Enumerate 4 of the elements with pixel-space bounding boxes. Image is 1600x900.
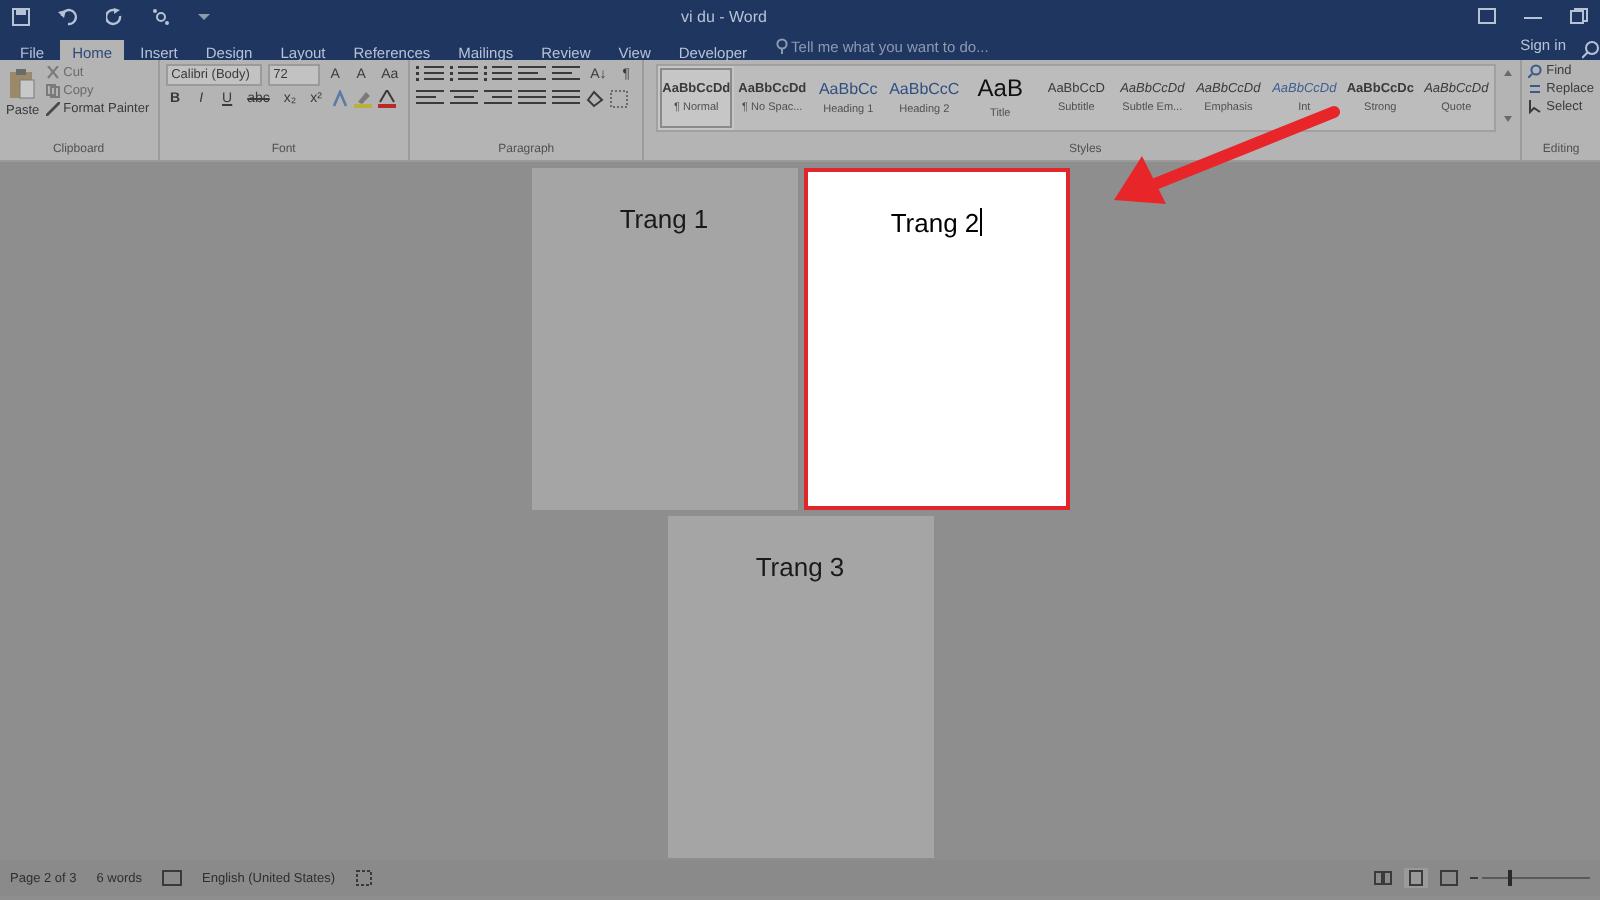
window-title: vi du - Word	[679, 7, 769, 25]
page-text: Trang 2	[890, 208, 980, 238]
page-text: Trang 1	[619, 204, 709, 234]
page-text: Trang 3	[755, 552, 845, 582]
